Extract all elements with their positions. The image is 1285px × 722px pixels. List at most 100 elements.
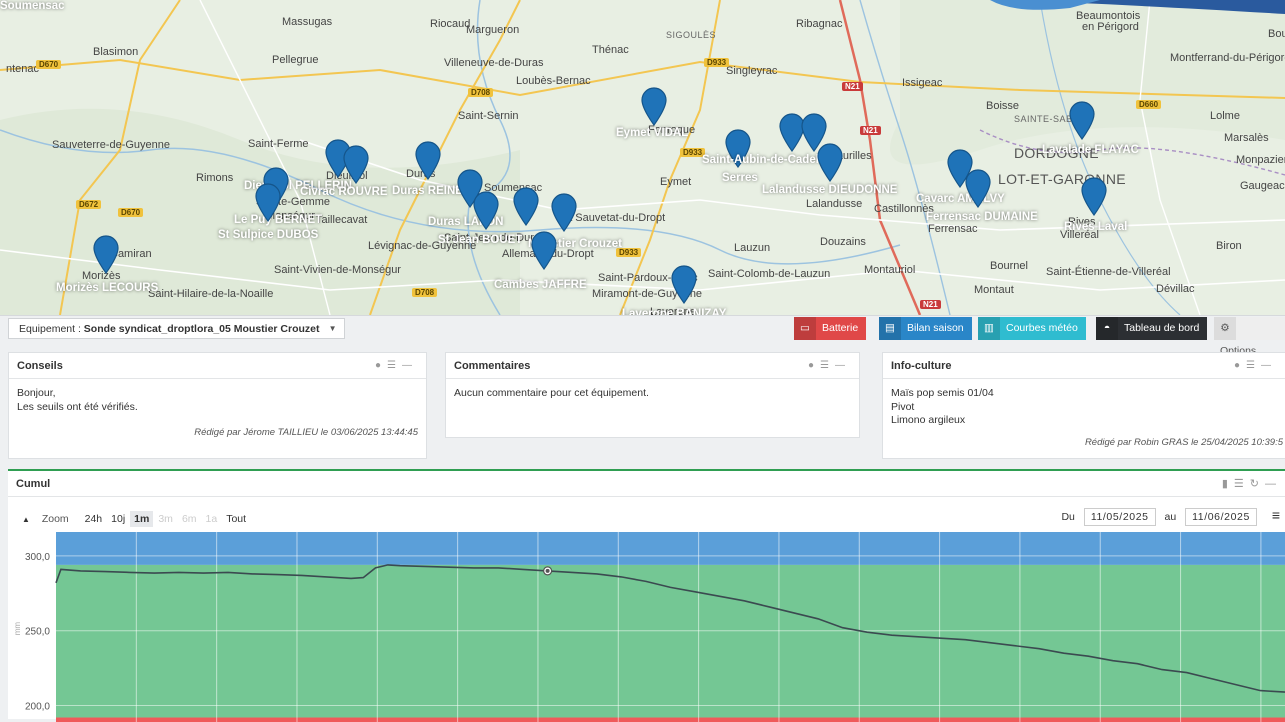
chevron-down-icon: ▼ — [328, 324, 337, 333]
map-place-label: Gaugeac — [1240, 180, 1285, 192]
map-place-label: Marsalès — [1224, 132, 1269, 144]
zoom-label: Zoom — [41, 513, 69, 525]
map-place-label: Bou — [1268, 28, 1285, 40]
equipment-select[interactable]: Equipement : Sonde syndicat_droptlora_05… — [8, 318, 345, 339]
map-marker-label[interactable]: Morizès LECOURS — [56, 282, 158, 294]
bilan-saison-button[interactable]: ▤ Bilan saison — [879, 317, 972, 340]
y-tick-label: 200,0 — [25, 702, 50, 713]
map-pin-icon[interactable] — [342, 144, 370, 185]
options-button[interactable]: ⚙Options — [1214, 317, 1285, 357]
conseils-signature: Rédigé par Jérome TAILLIEU le 03/06/2025… — [194, 427, 418, 438]
map-pin-icon[interactable] — [92, 234, 120, 275]
map-place-label: Lalandusse — [806, 198, 863, 210]
bookmark-icon[interactable]: ▮ — [1222, 478, 1234, 490]
comment-icon[interactable]: ● — [1234, 360, 1246, 371]
map-marker-label[interactable]: Civrac ROUVRE — [300, 186, 388, 198]
zoom-3m-button[interactable]: 3m — [154, 511, 177, 527]
comment-icon[interactable]: ● — [808, 360, 820, 371]
map-place-label: Taillecavat — [316, 214, 368, 226]
map-marker-label[interactable]: St Jean BOUET — [438, 234, 522, 246]
zoom-6m-button[interactable]: 6m — [178, 511, 201, 527]
map-road-label: D708 — [468, 88, 494, 97]
map-place-label: Bournel — [990, 260, 1028, 272]
map-pin-icon[interactable] — [816, 142, 844, 183]
y-axis-label: mm — [13, 622, 22, 636]
map-road-label: D672 — [76, 200, 102, 209]
zoom-tout-button[interactable]: Tout — [222, 511, 250, 527]
document-icon: ▤ — [879, 317, 901, 340]
list-icon[interactable]: ☰ — [820, 360, 835, 371]
map-pin-icon[interactable] — [1068, 100, 1096, 141]
map-marker-label[interactable]: Lalandusse DIEUDONNE — [762, 184, 897, 196]
cumul-panel: Cumul ▮☰↻— ▲ Zoom 24h 10j 1m 3m 6m 1a Tout Du … — [8, 469, 1285, 722]
cumul-chart[interactable]: 300,0 250,0 200,0 mm — [8, 532, 1285, 722]
conseils-title: Conseils — [17, 360, 63, 372]
map-pin-icon[interactable] — [550, 192, 578, 233]
equipment-toolbar: Equipement : Sonde syndicat_droptlora_05… — [0, 315, 1285, 357]
map-place-label: Eymet — [660, 176, 692, 188]
map-place-label: Massugas — [282, 16, 333, 28]
comment-icon[interactable]: ● — [375, 360, 387, 371]
map-marker-label[interactable]: Cambes JAFFRE — [494, 279, 587, 291]
map-marker-label[interactable]: St Sulpice DUBOS — [218, 229, 318, 241]
map-road-label: N21 — [842, 82, 863, 91]
equipment-name: Sonde syndicat_droptlora_05 Moustier Cro… — [83, 323, 320, 335]
list-icon[interactable]: ☰ — [387, 360, 402, 371]
minimize-icon[interactable]: — — [1261, 360, 1277, 371]
list-icon[interactable]: ☰ — [1246, 360, 1261, 371]
map-pin-icon[interactable] — [640, 86, 668, 127]
map-place-label: ntenac — [6, 63, 40, 75]
conseils-line: Les seuils ont été vérifiés. — [17, 400, 138, 413]
map-place-label: Biron — [1216, 240, 1242, 252]
conseils-panel: Conseils ●☰— Bonjour, Les seuils ont été… — [8, 352, 427, 459]
minimize-icon[interactable]: — — [835, 360, 851, 371]
minimize-icon[interactable]: — — [402, 360, 418, 371]
to-label: au — [1164, 511, 1177, 523]
y-tick-label: 250,0 — [25, 627, 50, 638]
map-pin-icon[interactable] — [414, 140, 442, 181]
map-pin-icon[interactable] — [512, 186, 540, 227]
map-place-label: Margueron — [466, 24, 520, 36]
map-place-label: Monpazier — [1236, 154, 1285, 166]
map-place-label: Villeneuve-de-Duras — [444, 57, 544, 69]
map-place-label: Douzains — [820, 236, 866, 248]
map-pin-icon[interactable] — [964, 168, 992, 209]
batterie-button[interactable]: ▭ Batterie — [794, 317, 867, 340]
map[interactable]: Massugas Riocaud Margueron SIGOULÈS Ribagnac… — [0, 0, 1285, 315]
battery-icon: ▭ — [794, 317, 816, 340]
collapse-arrow-icon[interactable]: ▲ — [18, 513, 34, 526]
map-marker-label[interactable]: Eymet VIDAL — [616, 127, 688, 139]
map-marker-label[interactable]: Rives Laval — [1064, 221, 1127, 233]
refresh-icon[interactable]: ↻ — [1250, 478, 1265, 490]
map-marker-label[interactable]: Serres — [722, 172, 758, 184]
map-place-label: SIGOULÈS — [666, 30, 717, 40]
list-icon[interactable]: ☰ — [1234, 478, 1250, 490]
map-pin-icon[interactable] — [670, 264, 698, 305]
map-place-label: Boisse — [986, 100, 1020, 112]
zoom-24h-button[interactable]: 24h — [81, 511, 107, 527]
menu-icon[interactable]: ≡ — [1272, 507, 1280, 523]
map-road-label: N21 — [860, 126, 881, 135]
info-line: Maïs pop semis 01/04 — [891, 387, 994, 399]
map-marker-label[interactable]: Lavergne BANIZAY — [622, 308, 726, 315]
map-pin-icon[interactable] — [472, 190, 500, 231]
map-pin-icon[interactable] — [1080, 176, 1108, 217]
map-marker-label[interactable]: Ferrensac DUMAINE — [926, 211, 1038, 223]
zoom-10j-button[interactable]: 10j — [107, 511, 129, 527]
map-marker-label[interactable]: Soumensac — [0, 0, 65, 12]
map-pin-icon[interactable] — [530, 230, 558, 271]
map-place-label: Lolme — [1210, 110, 1240, 122]
from-date-input[interactable]: 11/05/2025 — [1083, 508, 1156, 526]
tableau-de-bord-button[interactable]: ◓ Tableau de bord — [1096, 317, 1208, 340]
from-label: Du — [1061, 511, 1075, 523]
to-date-input[interactable]: 11/06/2025 — [1185, 508, 1257, 526]
zoom-1m-button[interactable]: 1m — [130, 511, 154, 527]
zoom-1a-button[interactable]: 1a — [202, 511, 222, 527]
info-signature: Rédigé par Robin GRAS le 25/04/2025 10:3… — [1084, 436, 1283, 448]
map-pin-icon[interactable] — [254, 182, 282, 223]
minimize-icon[interactable]: — — [1265, 478, 1282, 490]
map-place-label: Saint-Hilaire-de-la-Noaille — [148, 288, 274, 300]
map-place-label: Blasimon — [93, 46, 139, 58]
courbes-meteo-button[interactable]: ▥ Courbes météo — [978, 317, 1086, 340]
map-marker-label[interactable]: Lavalade FLAYAC — [1042, 144, 1139, 156]
